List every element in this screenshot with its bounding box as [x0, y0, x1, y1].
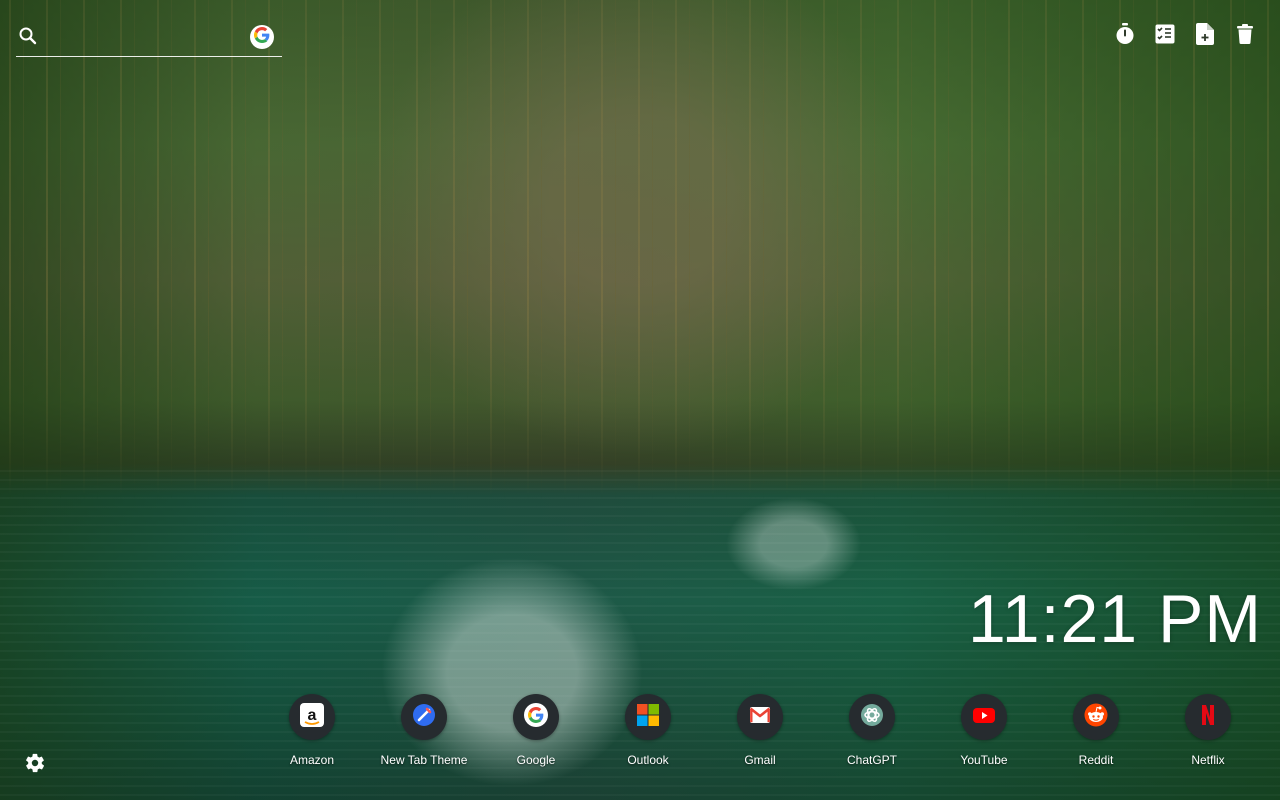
youtube-icon: [972, 703, 996, 732]
shortcut-netflix-bubble: [1185, 694, 1231, 740]
shortcut-outlook[interactable]: Outlook: [592, 694, 704, 767]
shortcut-chatgpt[interactable]: ChatGPT: [816, 694, 928, 767]
shortcut-label: ChatGPT: [846, 753, 897, 767]
gmail-icon: [748, 703, 772, 732]
new-tab-theme-icon: [412, 703, 436, 732]
todo-list-icon: [1155, 24, 1175, 49]
outlook-icon: [636, 703, 660, 732]
shortcut-label: YouTube: [960, 753, 1008, 767]
shortcut-label: New Tab Theme: [380, 753, 468, 767]
amazon-icon: a: [300, 702, 324, 732]
chatgpt-icon: [860, 703, 884, 732]
search-icon: [18, 26, 38, 46]
reddit-icon: [1084, 703, 1108, 732]
shortcut-netflix[interactable]: Netflix: [1152, 694, 1264, 767]
svg-text:a: a: [308, 707, 317, 724]
shortcut-gmail[interactable]: Gmail: [704, 694, 816, 767]
delete-button[interactable]: [1234, 23, 1256, 49]
shortcut-outlook-bubble: [625, 694, 671, 740]
shortcut-label: Amazon: [289, 753, 335, 767]
google-icon: [524, 702, 548, 732]
timer-icon: [1115, 22, 1135, 50]
settings-button[interactable]: [24, 752, 48, 776]
shortcut-amazon[interactable]: a Amazon: [256, 694, 368, 767]
shortcut-amazon-bubble: a: [289, 694, 335, 740]
shortcut-reddit[interactable]: Reddit: [1040, 694, 1152, 767]
todo-list-button[interactable]: [1154, 24, 1176, 48]
background-vines: [0, 0, 1280, 500]
gear-icon: [24, 753, 46, 778]
shortcut-reddit-bubble: [1073, 694, 1119, 740]
search-engine-button[interactable]: [250, 25, 274, 49]
shortcut-label: Netflix: [1191, 753, 1225, 767]
shortcut-label: Outlook: [627, 753, 669, 767]
shortcut-label: Gmail: [744, 753, 776, 767]
search-bar: [16, 20, 282, 57]
notes-icon: [1196, 22, 1214, 50]
notes-button[interactable]: [1194, 22, 1216, 50]
shortcut-new-tab-theme-bubble: [401, 694, 447, 740]
shortcut-new-tab-theme[interactable]: New Tab Theme: [368, 694, 480, 767]
shortcut-google-bubble: [513, 694, 559, 740]
shortcut-label: Reddit: [1078, 753, 1114, 767]
top-toolbar: [1114, 22, 1256, 50]
trash-icon: [1237, 23, 1253, 49]
shortcut-gmail-bubble: [737, 694, 783, 740]
shortcut-youtube[interactable]: YouTube: [928, 694, 1040, 767]
shortcut-youtube-bubble: [961, 694, 1007, 740]
google-icon: [254, 26, 270, 48]
shortcut-label: Google: [516, 753, 556, 767]
timer-button[interactable]: [1114, 22, 1136, 50]
netflix-icon: [1196, 703, 1220, 732]
search-input[interactable]: [44, 24, 248, 50]
clock: 11:21 PM: [967, 581, 1262, 657]
shortcut-chatgpt-bubble: [849, 694, 895, 740]
shortcut-google[interactable]: Google: [480, 694, 592, 767]
shortcuts-dock: a Amazon New Tab Theme Google Outlook Gm…: [256, 694, 1264, 767]
